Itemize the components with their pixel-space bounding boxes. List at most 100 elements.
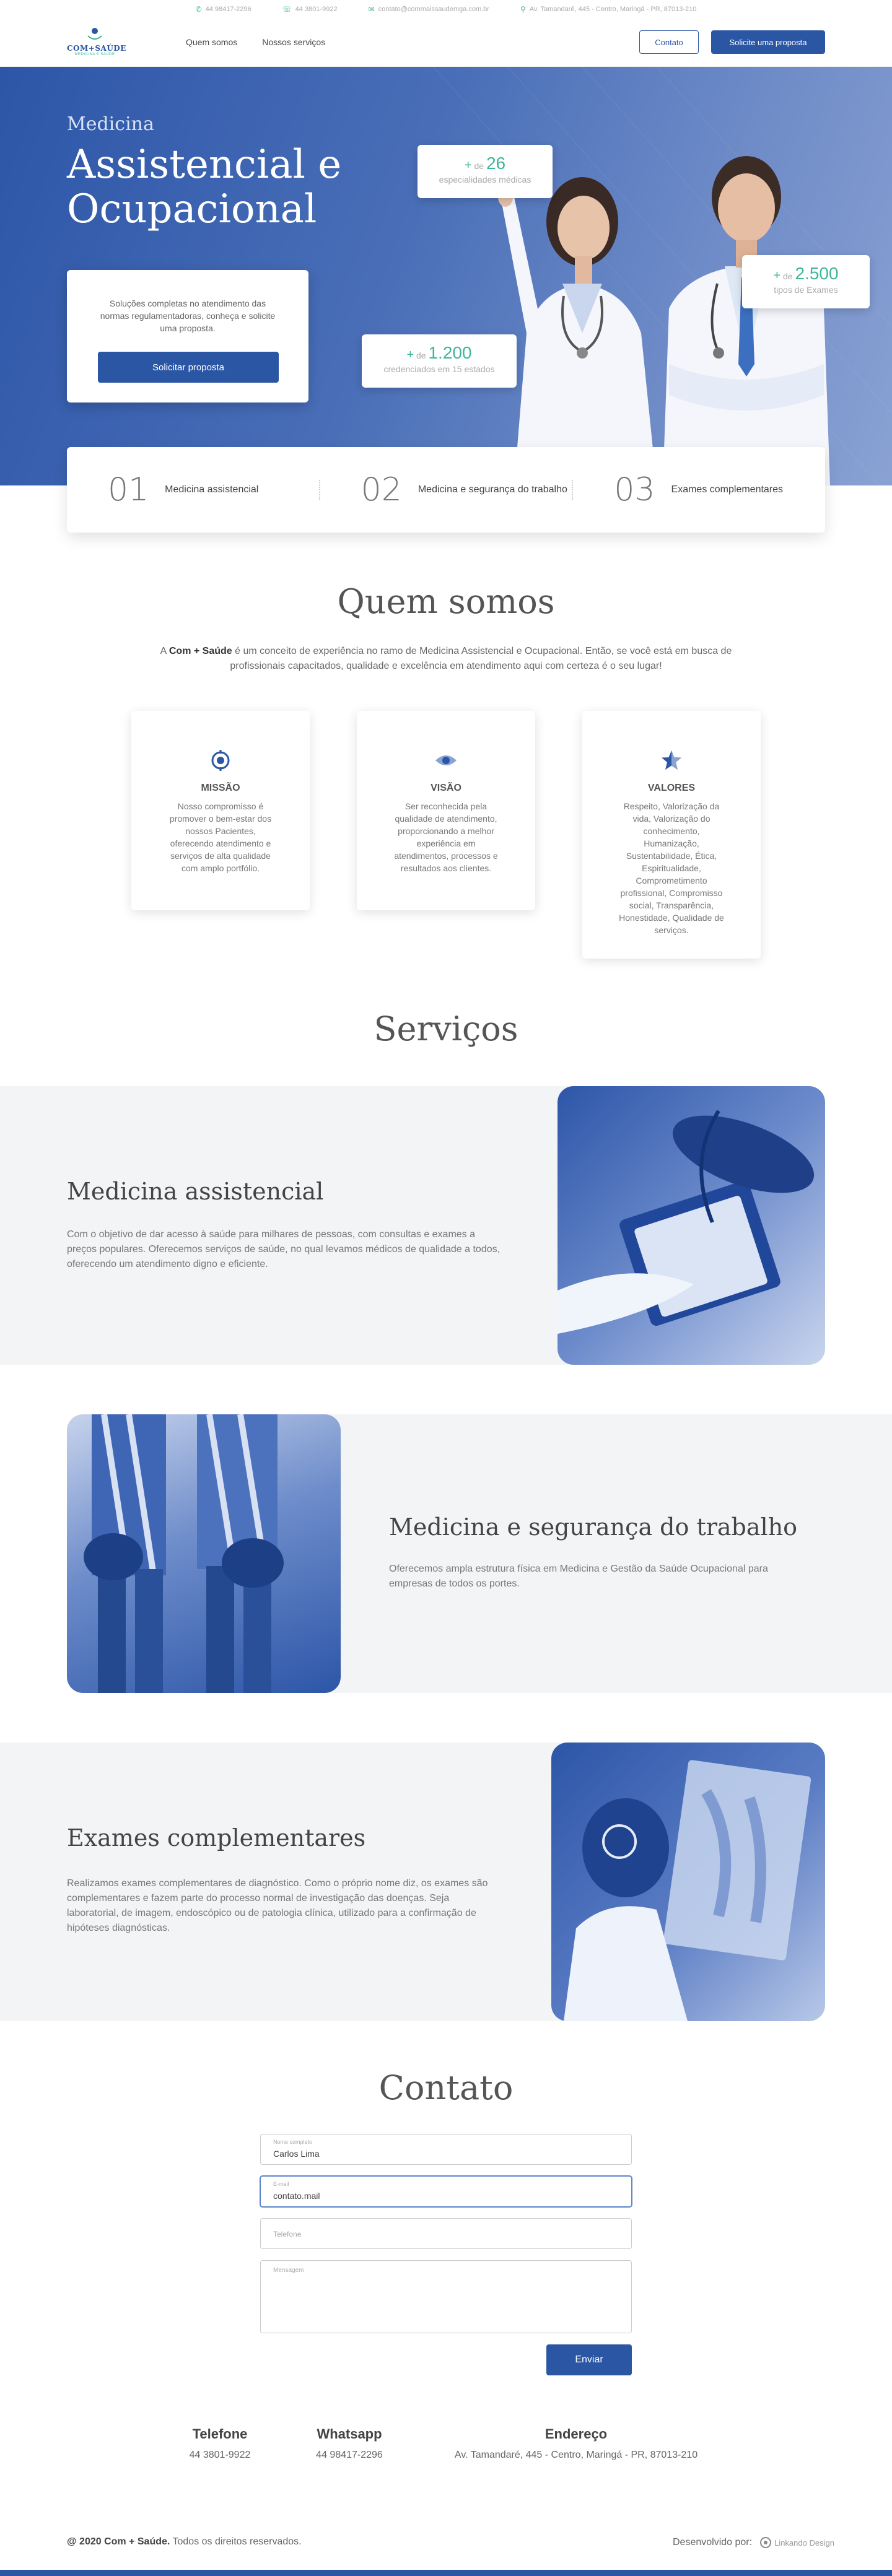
xray-doctor-image (551, 1743, 825, 2021)
service-panel (0, 1086, 607, 1365)
vision-title: VISÃO (431, 783, 461, 793)
info-key: Whatsapp (317, 2426, 382, 2442)
whatsapp-number: 44 98417-2296 (205, 6, 251, 13)
mail-icon: ✉ (368, 5, 375, 14)
hero-kicker: Medicina (67, 113, 154, 135)
phone-info[interactable]: ☏ 44 3801-9922 (282, 5, 338, 14)
phone-field[interactable]: Telefone (260, 2218, 632, 2249)
whatsapp-icon: ✆ (195, 5, 202, 14)
strip-label: Medicina e segurança do trabalho (418, 484, 567, 495)
workers-helmets-image (67, 1414, 341, 1693)
copyright-rest: Todos os direitos reservados. (170, 2536, 302, 2547)
service-text: Oferecemos ampla estrutura física em Med… (389, 1564, 768, 1589)
site-header: COM+SAÚDE MEDICINA E SAÚDE Quem somos No… (0, 19, 892, 67)
copyright: @ 2020 Com + Saúde. Todos os direitos re… (67, 2536, 302, 2548)
stat-number: 26 (486, 154, 506, 173)
address-info[interactable]: ⚲ Av. Tamandaré, 445 - Centro, Maringá - … (520, 5, 696, 14)
mission-card: MISSÃO Nosso compromisso é promover o be… (131, 711, 310, 910)
target-icon (208, 748, 233, 773)
field-label: Nome completo (273, 2139, 313, 2145)
send-button[interactable]: Enviar (546, 2344, 632, 2375)
linkando-logo[interactable]: Linkando Design (759, 2536, 834, 2549)
address-text: Av. Tamandaré, 445 - Centro, Maringá - P… (529, 6, 697, 13)
strip-item-3[interactable]: 03 Exames complementares (573, 471, 825, 508)
eye-icon (434, 748, 458, 773)
stat-prefix: de (474, 161, 484, 171)
intro-pre: A (160, 646, 169, 656)
developer-credit: Desenvolvido por: Linkando Design (673, 2536, 834, 2549)
field-value: contato.mail (273, 2191, 320, 2201)
vision-text: Ser reconhecida pela qualidade de atendi… (394, 801, 498, 873)
plus-icon: + (406, 348, 414, 362)
strip-label: Exames complementares (671, 484, 784, 495)
service-text: Realizamos exames complementares de diag… (67, 1878, 488, 1933)
stat-label: tipos de Exames (774, 285, 838, 295)
plus-icon: + (464, 159, 472, 172)
strip-number: 03 (614, 471, 655, 508)
whatsapp-info[interactable]: ✆ 44 98417-2296 (196, 5, 251, 14)
logo-mark-icon (87, 28, 102, 40)
info-value: Av. Tamandaré, 445 - Centro, Maringá - P… (454, 2450, 698, 2460)
field-placeholder: Mensagem (273, 2267, 304, 2274)
mission-title: MISSÃO (201, 783, 240, 793)
linkando-logo-text: Linkando Design (774, 2538, 834, 2548)
top-info-bar: ✆ 44 98417-2296 ☏ 44 3801-9922 ✉ contato@co… (0, 0, 892, 19)
field-placeholder: Telefone (273, 2230, 302, 2239)
site-logo[interactable]: COM+SAÚDE MEDICINA E SAÚDE (67, 27, 126, 57)
name-field[interactable]: Nome completo Carlos Lima (260, 2134, 632, 2165)
info-value: 44 98417-2296 (316, 2450, 383, 2460)
nav-nossos-servicos[interactable]: Nossos serviços (262, 37, 325, 47)
about-intro: A Com + Saúde é um conceito de experiênc… (149, 644, 743, 674)
about-title: Quem somos (337, 582, 555, 621)
service-title: Medicina assistencial (67, 1178, 324, 1205)
strip-item-1[interactable]: 01 Medicina assistencial (67, 471, 319, 508)
stat-prefix: de (416, 350, 426, 360)
stat-prefix: de (783, 271, 793, 281)
logo-tagline: MEDICINA E SAÚDE (74, 53, 115, 56)
email-field[interactable]: E-mail contato.mail (260, 2176, 632, 2207)
stat-number: 2.500 (795, 264, 839, 283)
values-card: VALORES Respeito, Valorização da vida, V… (582, 711, 761, 959)
service-title: Medicina e segurança do trabalho (389, 1513, 798, 1541)
location-pin-icon: ⚲ (520, 5, 526, 14)
stat-label: credenciados em 15 estados (383, 364, 495, 374)
logo-name: COM+SAÚDE (67, 44, 126, 53)
info-value: 44 3801-9922 (189, 2450, 251, 2460)
hero-section: Medicina Assistencial e Ocupacional Solu… (0, 67, 892, 485)
stat-card-exams: + de 2.500 tipos de Exames (742, 255, 870, 308)
stat-card-accredited: + de 1.200 credenciados em 15 estados (362, 334, 517, 388)
info-key: Endereço (544, 2426, 608, 2442)
hero-request-proposal-button[interactable]: Solicitar proposta (98, 352, 279, 383)
strip-label: Medicina assistencial (165, 484, 259, 495)
hero-proposal-card: Soluções completas no atendimento das no… (67, 270, 308, 402)
message-field[interactable]: Mensagem (260, 2260, 632, 2333)
footer-accent-bar (0, 2570, 892, 2576)
strip-number: 01 (108, 471, 149, 508)
developed-by-label: Desenvolvido por: (673, 2537, 753, 2548)
intro-post: é um conceito de experiência no ramo de … (230, 646, 732, 671)
email-info[interactable]: ✉ contato@commaissaudemga.com.br (369, 5, 489, 14)
field-value: Carlos Lima (273, 2149, 320, 2159)
service-title: Exames complementares (67, 1824, 366, 1852)
stat-label: especialidades médicas (439, 175, 531, 185)
info-phone: Telefone 44 3801-9922 (180, 2426, 260, 2461)
blood-pressure-image (558, 1086, 825, 1365)
services-title: Serviços (374, 1009, 518, 1048)
info-key: Telefone (192, 2426, 248, 2442)
nav-quem-somos[interactable]: Quem somos (186, 37, 237, 47)
field-label: E-mail (273, 2181, 289, 2187)
contact-button[interactable]: Contato (639, 30, 699, 54)
hero-title: Assistencial e Ocupacional (67, 142, 342, 232)
main-nav: Quem somos Nossos serviços (186, 37, 325, 47)
phone-number: 44 3801-9922 (295, 6, 338, 13)
linkando-logo-icon (760, 2537, 772, 2548)
mission-text: Nosso compromisso é promover o bem-estar… (169, 801, 272, 873)
stat-number: 1.200 (428, 343, 472, 362)
strip-item-2[interactable]: 02 Medicina e segurança do trabalho (320, 471, 572, 508)
info-address: Endereço Av. Tamandaré, 445 - Centro, Ma… (434, 2426, 719, 2461)
star-icon (659, 748, 684, 773)
vision-card: VISÃO Ser reconhecida pela qualidade de … (357, 711, 535, 910)
plus-icon: + (773, 269, 781, 282)
request-proposal-button[interactable]: Solicite uma proposta (711, 30, 825, 54)
values-text: Respeito, Valorização da vida, Valorizaç… (619, 801, 724, 935)
